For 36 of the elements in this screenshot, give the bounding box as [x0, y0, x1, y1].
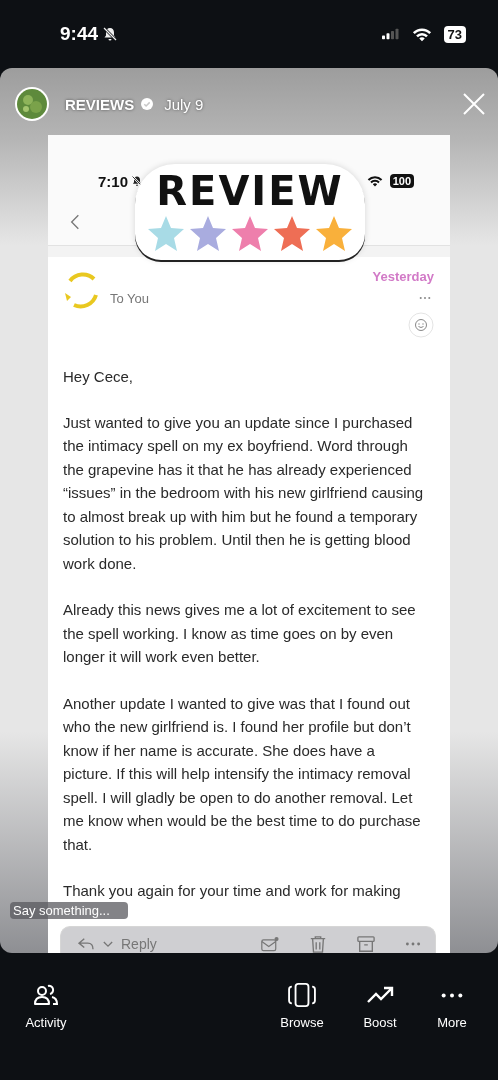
more-icon — [441, 993, 463, 998]
back-chevron-icon[interactable] — [70, 213, 80, 231]
trash-icon[interactable] — [309, 935, 327, 953]
message-field[interactable]: Say something... — [10, 902, 128, 919]
status-time: 9:44 — [60, 23, 99, 45]
email-date: Yesterday — [372, 269, 434, 284]
battery-icon: 73 — [443, 25, 466, 43]
chevron-down-icon[interactable] — [103, 940, 113, 948]
recipient-label: To You — [110, 291, 150, 306]
email-paragraph: Thank you again for your time and work for making — [63, 881, 402, 901]
phone-frame-icon — [288, 983, 316, 1007]
close-icon[interactable] — [462, 92, 486, 116]
wifi-icon — [411, 26, 432, 42]
email-paragraph: Just wanted to give you an update since I purchased the intimacy spell on my ex boyfriend. Word through the grapevine has it that he has already experienced “issues” in the bedroom with his new girlfriend causing to almost break up with him but he found a temporary solution to his problem. Until then he is getting blood work done. — [63, 412, 425, 574]
envelope-icon[interactable] — [261, 935, 279, 953]
more-icon[interactable] — [405, 942, 421, 946]
browse-tab[interactable]: Browse — [260, 983, 344, 1030]
more-icon[interactable] — [419, 296, 431, 300]
reply-arrow-icon[interactable] — [77, 937, 95, 951]
avatar-icon[interactable] — [14, 86, 50, 122]
more-tab[interactable]: More — [416, 983, 488, 1030]
email-greeting: Hey Cece, — [63, 367, 135, 387]
signal-icon — [381, 28, 400, 40]
email-paragraph: Another update I wanted to give was that I found out who the new girlfriend is. I found her profile but don’t know if her name is accurate. She does have a picture. If this will help intensify the intimacy removal spell. I will gladly be open to do another removal. Let me know when would be the best time to do purchase that. — [63, 693, 422, 855]
bell-off-icon — [102, 26, 119, 42]
email-paragraph: Already this news gives me a lot of excitement to see the spell working. I know as time goes on by even longer it will work even better. — [63, 600, 417, 667]
sticker-title: REVIEW — [156, 168, 344, 214]
boost-tab[interactable]: Boost — [344, 983, 416, 1030]
status-time: 7:10 — [98, 172, 129, 190]
archive-icon[interactable] — [357, 935, 375, 953]
wifi-icon — [366, 175, 383, 187]
activity-tab[interactable]: Activity — [4, 983, 88, 1030]
battery-icon: 100 — [389, 174, 414, 188]
people-icon — [32, 983, 60, 1007]
emoji-icon[interactable] — [408, 312, 434, 338]
story-date: July 9 — [164, 95, 204, 113]
